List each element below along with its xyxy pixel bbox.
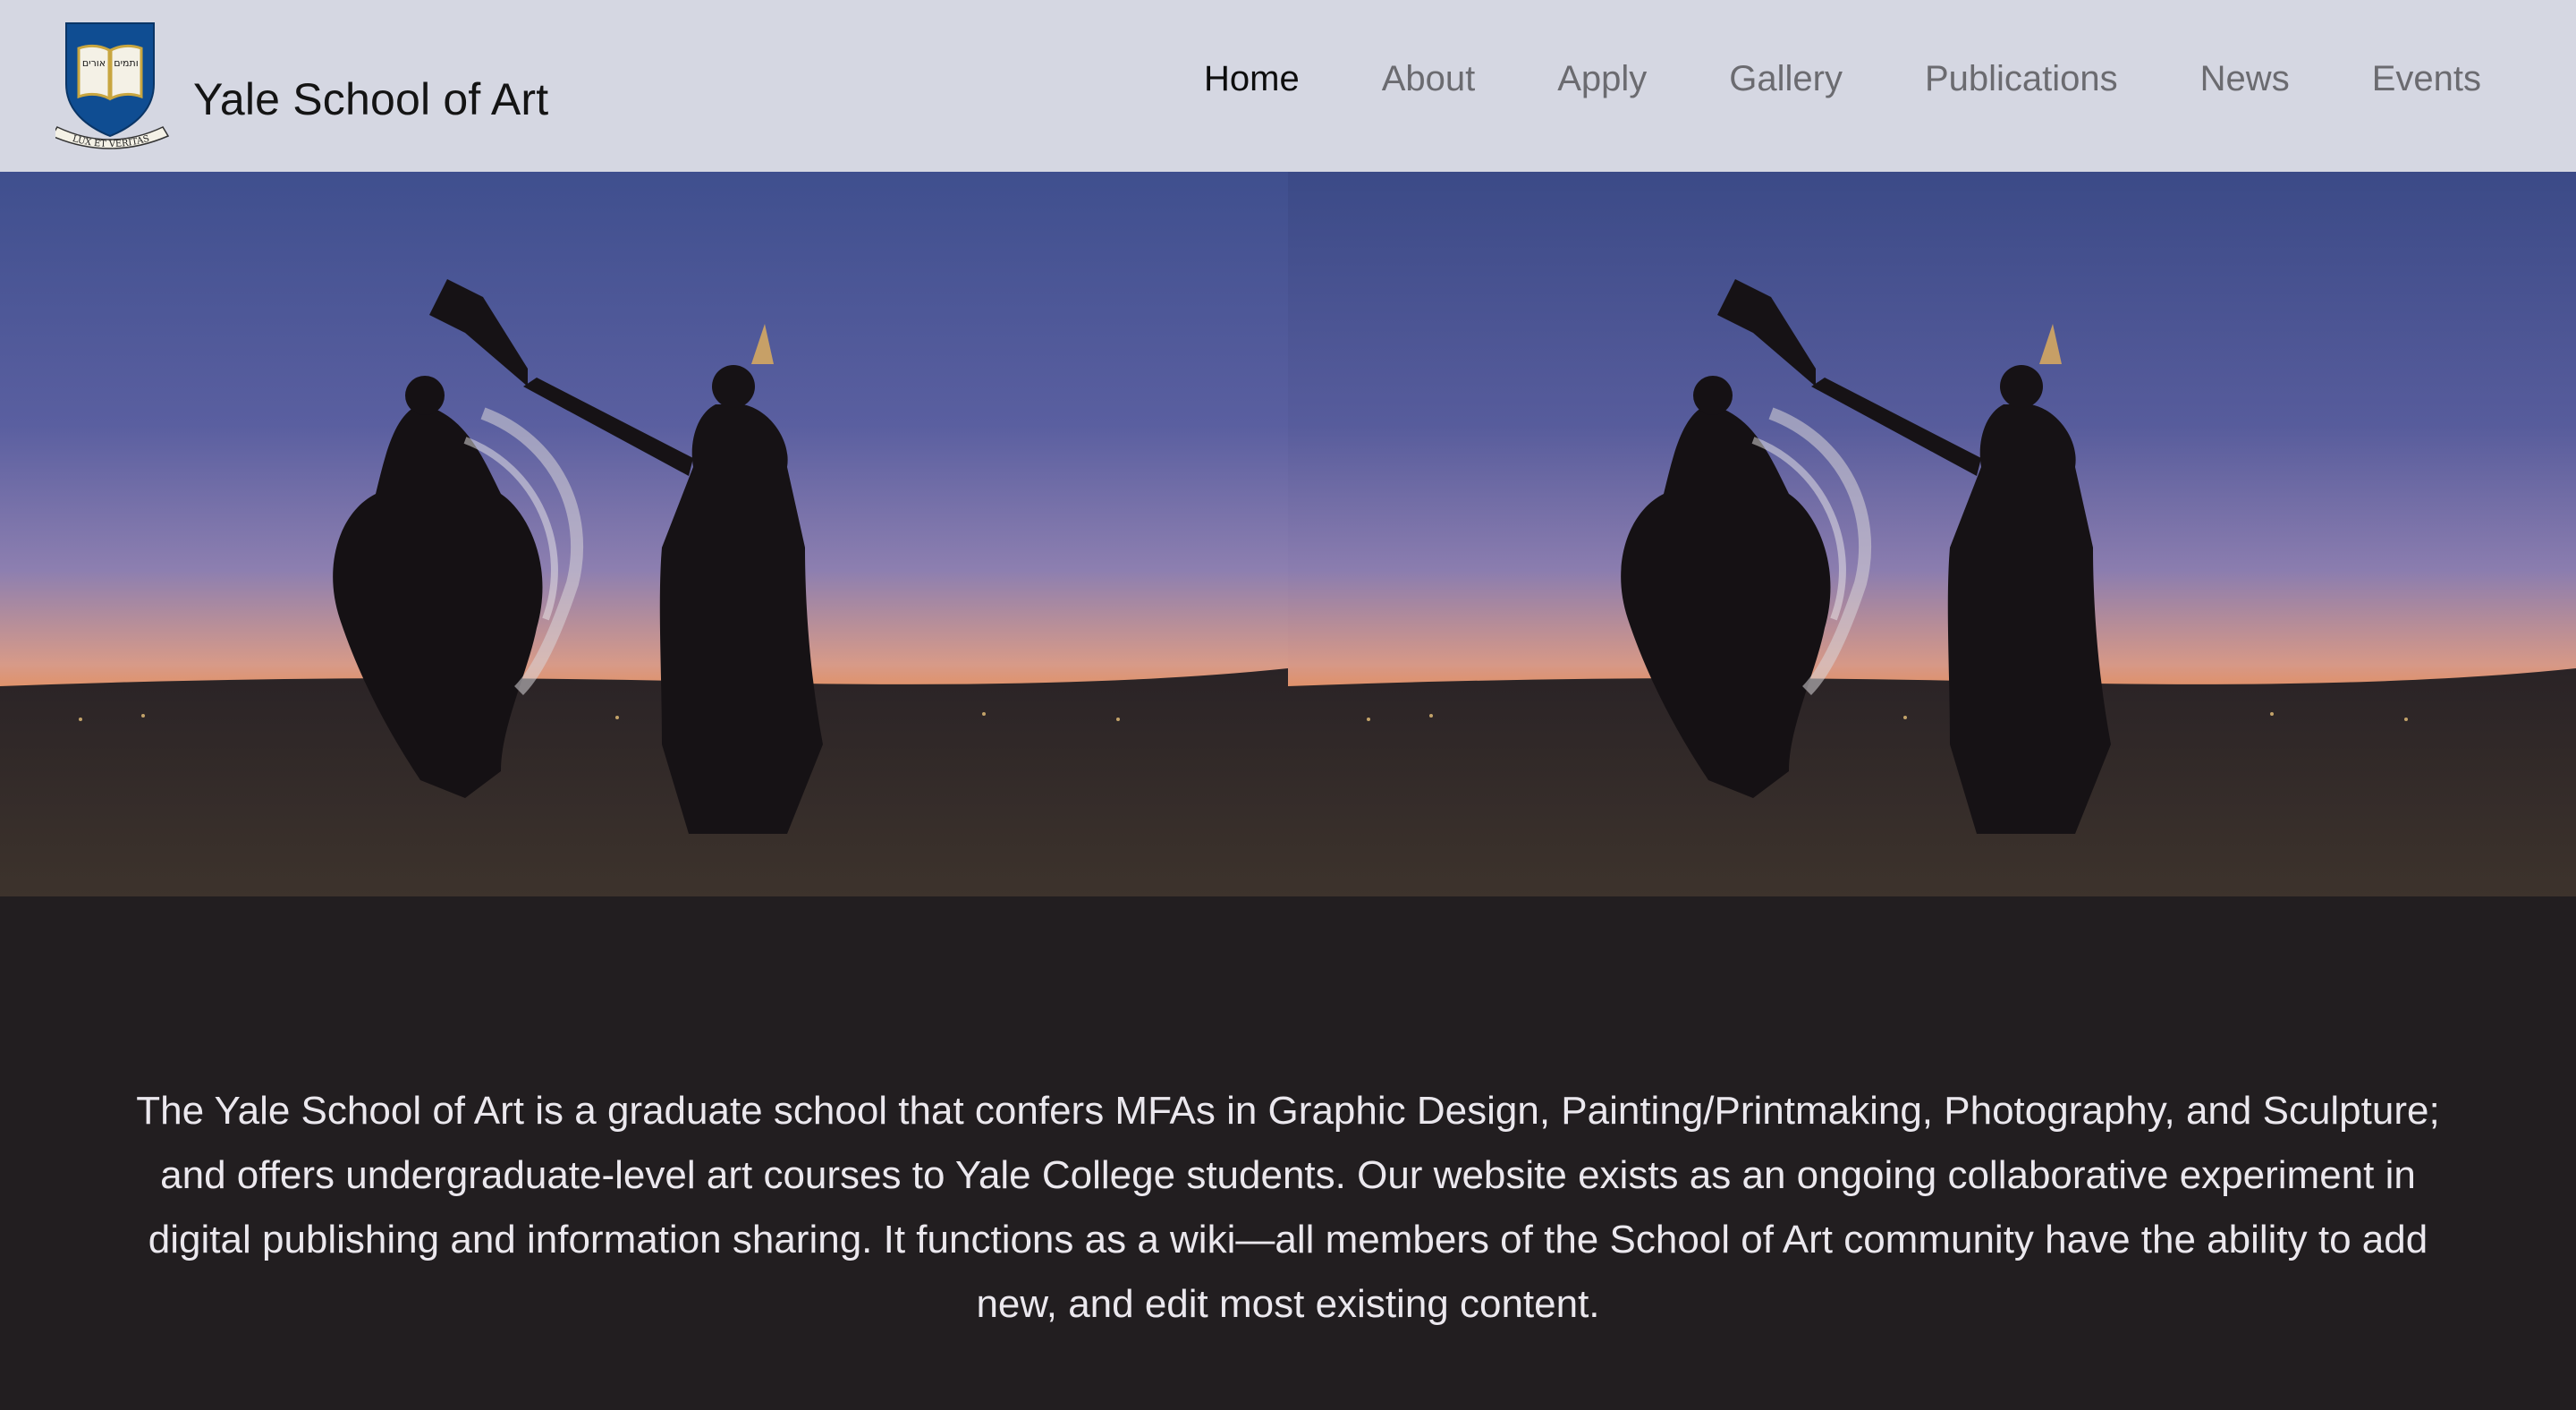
nav-gallery[interactable]: Gallery (1729, 59, 1843, 99)
site-header: אורים ותמים LUX ET VERITAS Yale School o… (0, 0, 2576, 172)
brand[interactable]: אורים ותמים LUX ET VERITAS Yale School o… (55, 21, 548, 152)
site-title[interactable]: Yale School of Art (193, 73, 548, 125)
nav-apply[interactable]: Apply (1557, 59, 1647, 99)
crest-book-left-text: אורים (82, 57, 106, 69)
nav-publications[interactable]: Publications (1925, 59, 2118, 99)
yale-crest-icon[interactable]: אורים ותמים LUX ET VERITAS (55, 21, 175, 152)
hero-image-left (0, 172, 1288, 896)
nav-home[interactable]: Home (1204, 59, 1300, 99)
nav-about[interactable]: About (1382, 59, 1476, 99)
hero-banner (0, 172, 2576, 896)
nav-events[interactable]: Events (2372, 59, 2481, 99)
nav-news[interactable]: News (2200, 59, 2290, 99)
intro-text: The Yale School of Art is a graduate sch… (136, 1089, 2440, 1326)
hero-image-right (1288, 172, 2576, 896)
main-nav: Home About Apply Gallery Publications Ne… (1204, 59, 2481, 99)
crest-book-right-text: ותמים (114, 57, 138, 69)
